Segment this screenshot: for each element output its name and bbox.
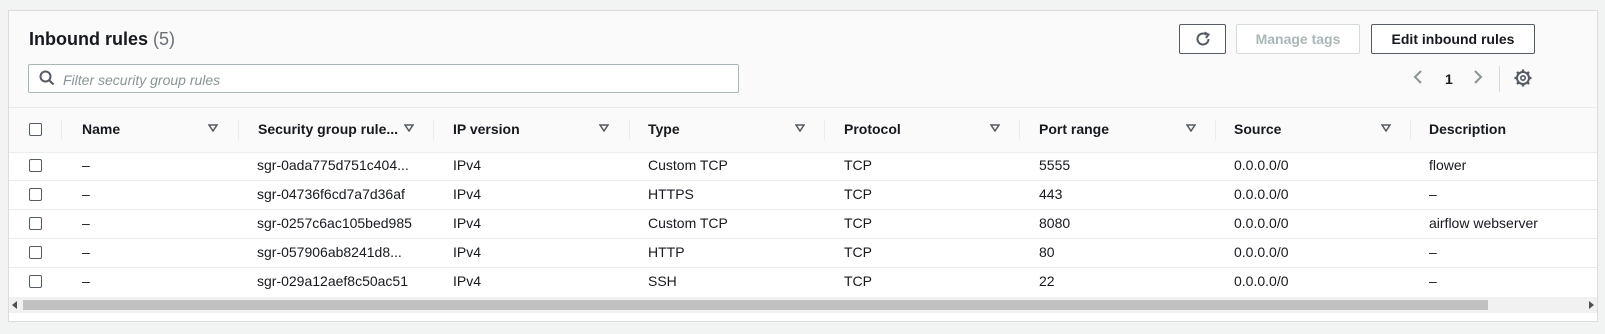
current-page[interactable]: 1 [1445, 71, 1453, 87]
caret-down-icon[interactable] [1381, 124, 1391, 132]
search-input[interactable]: Filter security group rules [28, 64, 739, 93]
caret-down-icon[interactable] [1186, 124, 1196, 132]
caret-down-icon[interactable] [208, 124, 218, 132]
cell-ip-version: IPv4 [453, 215, 482, 231]
gear-icon[interactable] [1514, 69, 1532, 87]
scrollbar-thumb[interactable] [23, 300, 1488, 310]
column-header-ip-version[interactable]: IP version [453, 121, 520, 137]
chevron-right-icon[interactable] [1471, 69, 1485, 85]
cell-rule-id: sgr-029a12aef8c50ac51 [257, 273, 409, 289]
cell-name: – [82, 215, 90, 231]
table-row[interactable]: – sgr-0ada775d751c404... IPv4 Custom TCP… [9, 151, 1597, 181]
cell-name: – [82, 157, 90, 173]
column-divider [1410, 120, 1411, 140]
inbound-rules-panel: Inbound rules (5) Manage tags Edit inbou… [8, 10, 1598, 322]
scroll-right-icon[interactable] [1588, 301, 1594, 309]
table-row[interactable]: – sgr-04736f6cd7a7d36af IPv4 HTTPS TCP 4… [9, 180, 1597, 210]
column-divider [824, 120, 825, 140]
refresh-button[interactable] [1179, 24, 1226, 54]
cell-type: SSH [648, 273, 677, 289]
column-divider [1215, 120, 1216, 140]
cell-name: – [82, 186, 90, 202]
caret-down-icon[interactable] [599, 124, 609, 132]
cell-protocol: TCP [844, 157, 872, 173]
column-divider [629, 120, 630, 140]
column-divider [238, 120, 239, 140]
column-header-rule-id[interactable]: Security group rule... [258, 121, 398, 137]
column-header-port-range[interactable]: Port range [1039, 121, 1109, 137]
refresh-icon [1196, 31, 1210, 46]
cell-protocol: TCP [844, 244, 872, 260]
column-divider [433, 120, 434, 140]
cell-rule-id: sgr-0ada775d751c404... [257, 157, 409, 173]
cell-type: HTTPS [648, 186, 694, 202]
cell-name: – [82, 244, 90, 260]
caret-down-icon[interactable] [990, 124, 1000, 132]
cell-protocol: TCP [844, 186, 872, 202]
cell-type: Custom TCP [648, 157, 728, 173]
cell-type: HTTP [648, 244, 685, 260]
column-header-description[interactable]: Description [1429, 121, 1506, 137]
cell-description: – [1429, 273, 1437, 289]
panel-title: Inbound rules (5) [29, 29, 175, 50]
cell-description: – [1429, 186, 1437, 202]
column-divider [1019, 120, 1020, 140]
column-header-name[interactable]: Name [82, 121, 120, 137]
cell-rule-id: sgr-057906ab8241d8... [257, 244, 402, 260]
row-checkbox[interactable] [29, 275, 42, 288]
search-icon [39, 70, 55, 86]
table-header: Name Security group rule... IP version T… [9, 107, 1597, 153]
cell-description: – [1429, 244, 1437, 260]
pagination-divider [1499, 66, 1500, 92]
scroll-left-icon[interactable] [12, 301, 18, 309]
column-header-source[interactable]: Source [1234, 121, 1281, 137]
cell-source: 0.0.0.0/0 [1234, 186, 1289, 202]
edit-inbound-rules-button[interactable]: Edit inbound rules [1371, 24, 1535, 54]
cell-source: 0.0.0.0/0 [1234, 215, 1289, 231]
cell-ip-version: IPv4 [453, 244, 482, 260]
column-header-type[interactable]: Type [648, 121, 680, 137]
cell-rule-id: sgr-0257c6ac105bed985 [257, 215, 412, 231]
manage-tags-button[interactable]: Manage tags [1236, 24, 1360, 54]
column-header-protocol[interactable]: Protocol [844, 121, 901, 137]
cell-description: flower [1429, 157, 1467, 173]
cell-source: 0.0.0.0/0 [1234, 157, 1289, 173]
cell-ip-version: IPv4 [453, 273, 482, 289]
cell-ip-version: IPv4 [453, 186, 482, 202]
row-checkbox[interactable] [29, 246, 42, 259]
table-row[interactable]: – sgr-029a12aef8c50ac51 IPv4 SSH TCP 22 … [9, 267, 1597, 296]
cell-ip-version: IPv4 [453, 157, 482, 173]
cell-port-range: 8080 [1039, 215, 1071, 231]
row-checkbox[interactable] [29, 188, 42, 201]
cell-description: airflow webserver [1429, 215, 1538, 231]
cell-port-range: 22 [1039, 273, 1055, 289]
cell-protocol: TCP [844, 215, 872, 231]
caret-down-icon[interactable] [404, 124, 414, 132]
row-checkbox[interactable] [29, 159, 42, 172]
cell-source: 0.0.0.0/0 [1234, 273, 1289, 289]
horizontal-scrollbar[interactable] [9, 297, 1597, 313]
cell-port-range: 443 [1039, 186, 1063, 202]
cell-port-range: 5555 [1039, 157, 1071, 173]
search-placeholder: Filter security group rules [63, 72, 221, 88]
title-text: Inbound rules [29, 29, 148, 49]
row-checkbox[interactable] [29, 217, 42, 230]
table-row[interactable]: – sgr-057906ab8241d8... IPv4 HTTP TCP 80… [9, 238, 1597, 268]
cell-port-range: 80 [1039, 244, 1055, 260]
panel-header: Inbound rules (5) Manage tags Edit inbou… [9, 11, 1597, 107]
cell-name: – [82, 273, 90, 289]
column-divider [61, 120, 62, 140]
cell-type: Custom TCP [648, 215, 728, 231]
select-all-checkbox[interactable] [29, 123, 42, 136]
rules-count: (5) [153, 29, 176, 49]
cell-source: 0.0.0.0/0 [1234, 244, 1289, 260]
chevron-left-icon[interactable] [1411, 69, 1425, 85]
table-row[interactable]: – sgr-0257c6ac105bed985 IPv4 Custom TCP … [9, 209, 1597, 239]
caret-down-icon[interactable] [795, 124, 805, 132]
cell-rule-id: sgr-04736f6cd7a7d36af [257, 186, 405, 202]
cell-protocol: TCP [844, 273, 872, 289]
